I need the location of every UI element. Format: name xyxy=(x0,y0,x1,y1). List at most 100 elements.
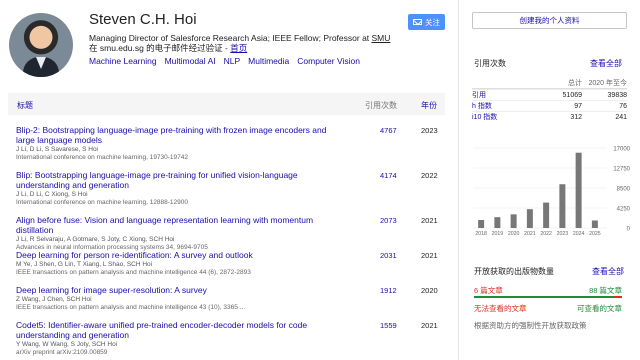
article-row: Deep learning for person re-identificati… xyxy=(16,250,446,277)
article-row: Blip-2: Bootstrapping language-image pre… xyxy=(16,125,446,162)
unavailable-articles-link[interactable]: 无法查看的文章 xyxy=(474,303,527,314)
stats-since: 241 xyxy=(615,113,627,121)
open-access-labels: 无法查看的文章 可查看的文章 xyxy=(474,303,622,314)
sort-by-year[interactable]: 年份 xyxy=(421,100,437,111)
chart-x-tick-label: 2020 xyxy=(508,231,520,237)
stats-total: 312 xyxy=(570,113,582,121)
chart-x-tick-label: 2021 xyxy=(524,231,536,237)
stats-row: i10 指数 312 241 xyxy=(472,111,627,122)
interest-link[interactable]: Multimodal AI xyxy=(165,56,216,66)
create-profile-button[interactable]: 创建我的个人资料 xyxy=(472,12,627,29)
article-authors: Z Wang, J Chen, SCH Hoi xyxy=(16,296,92,303)
article-venue: International conference on machine lear… xyxy=(16,154,189,161)
interest-link[interactable]: Machine Learning xyxy=(89,56,157,66)
citations-per-year-chart: 17000 12750 8500 4250 0 2018 2019 2020 2021 2022 2… xyxy=(473,147,631,237)
chart-y-tick-label: 4250 xyxy=(617,207,631,213)
cited-by-title: 引用次数 xyxy=(474,59,506,68)
chart-x-tick-label: 2025 xyxy=(589,231,601,237)
article-year: 2022 xyxy=(421,171,438,180)
stats-label-link[interactable]: h 指数 xyxy=(472,101,542,111)
chart-bar-2021[interactable] xyxy=(526,209,533,228)
available-articles-link[interactable]: 可查看的文章 xyxy=(577,303,622,314)
chart-bar-2025[interactable] xyxy=(591,220,598,228)
chart-bar-2024[interactable] xyxy=(575,152,582,228)
article-venue: IEEE transactions on pattern analysis an… xyxy=(16,269,251,276)
unavailable-count: 6 篇文章 xyxy=(474,286,503,295)
article-venue: arXiv preprint arXiv:2109.00859 xyxy=(16,349,108,356)
chart-bar-2018[interactable] xyxy=(478,220,485,228)
article-authors: Y Wang, W Wang, S Joty, SCH Hoi xyxy=(16,341,118,348)
article-authors: J Li, D Li, C Xiong, S Hoi xyxy=(16,191,88,198)
article-authors: J Li, D Li, S Savarese, S Hoi xyxy=(16,146,99,153)
chart-y-tick-label: 8500 xyxy=(617,187,631,193)
open-access-counts: 6 篇文章 88 篇文章 xyxy=(474,285,622,296)
homepage-link[interactable]: 首页 xyxy=(230,43,247,53)
article-year: 2021 xyxy=(421,216,438,225)
article-title[interactable]: Blip-2: Bootstrapping language-image pre… xyxy=(16,125,346,145)
article-authors: J Li, R Selvaraju, A Gotmare, S Joty, C … xyxy=(16,236,175,243)
article-year: 2021 xyxy=(421,321,438,330)
sort-by-cited[interactable]: 引用次数 xyxy=(365,100,397,111)
article-cited-count[interactable]: 2073 xyxy=(380,216,397,225)
article-venue: International conference on machine lear… xyxy=(16,199,189,206)
stats-since: 39838 xyxy=(607,91,627,99)
profile-photo xyxy=(9,13,73,77)
interest-link[interactable]: Multimedia xyxy=(248,56,289,66)
article-row: Deep learning for image super-resolution… xyxy=(16,285,446,312)
stats-header-total: 总计 xyxy=(568,80,582,87)
stats-label-link[interactable]: 引用 xyxy=(472,90,542,100)
chart-x-tick-label: 2018 xyxy=(475,231,487,237)
article-cited-count[interactable]: 1559 xyxy=(380,321,397,330)
stats-label-link[interactable]: i10 指数 xyxy=(472,112,542,122)
article-year: 2021 xyxy=(421,251,438,260)
article-year: 2023 xyxy=(421,126,438,135)
article-cited-count[interactable]: 4174 xyxy=(380,171,397,180)
article-cited-count[interactable]: 1912 xyxy=(380,286,397,295)
chart-bar-2020[interactable] xyxy=(510,214,517,228)
article-title[interactable]: Deep learning for person re-identificati… xyxy=(16,250,346,260)
stats-row: h 指数 97 76 xyxy=(472,100,627,111)
affiliation-link[interactable]: SMU xyxy=(372,33,391,43)
chart-bar-2022[interactable] xyxy=(543,202,550,228)
chart-x-tick-label: 2024 xyxy=(573,231,585,237)
sort-by-title[interactable]: 标题 xyxy=(17,100,33,111)
cited-by-view-all-link[interactable]: 查看全部 xyxy=(590,58,622,69)
interest-link[interactable]: Computer Vision xyxy=(297,56,360,66)
interest-link[interactable]: NLP xyxy=(224,56,241,66)
article-title[interactable]: Align before fuse: Vision and language r… xyxy=(16,215,346,235)
chart-x-tick-label: 2022 xyxy=(540,231,552,237)
stats-header-since: 2020 年至今 xyxy=(588,80,627,87)
follow-label: 关注 xyxy=(425,17,440,27)
available-count: 88 篇文章 xyxy=(589,286,622,295)
stats-header-row: 总计 2020 年至今 xyxy=(472,78,627,89)
verified-text: 在 smu.edu.sg 的电子邮件经过验证 - xyxy=(89,43,231,53)
article-row: Align before fuse: Vision and language r… xyxy=(16,215,446,252)
open-access-bar-fill xyxy=(474,296,613,298)
verified-email: 在 smu.edu.sg 的电子邮件经过验证 - 首页 xyxy=(89,43,247,54)
stats-row: 引用 51069 39838 xyxy=(472,89,627,100)
follow-button[interactable]: 关注 xyxy=(408,14,445,30)
citation-stats-table: 总计 2020 年至今 引用 51069 39838 h 指数 97 76 i1… xyxy=(472,78,627,122)
chart-bar-2019[interactable] xyxy=(494,217,501,228)
open-access-view-all-link[interactable]: 查看全部 xyxy=(592,266,624,277)
article-venue: IEEE transactions on pattern analysis an… xyxy=(16,304,246,311)
article-authors: M Ye, J Shen, G Lin, T Xiang, L Shao, SC… xyxy=(16,261,153,268)
articles-table-header: 标题 引用次数 年份 xyxy=(8,93,445,115)
article-row: Codet5: Identifier-aware unified pre-tra… xyxy=(16,320,446,357)
chart-bar-2023[interactable] xyxy=(559,184,566,228)
chart-y-tick-label: 0 xyxy=(627,227,631,233)
article-row: Blip: Bootstrapping language-image pre-t… xyxy=(16,170,446,207)
open-access-title: 开放获取的出版物数量 xyxy=(474,267,554,276)
stats-total: 51069 xyxy=(562,91,582,99)
open-access-note: 根据资助方的强制性开放获取政策 xyxy=(474,321,587,330)
article-title[interactable]: Blip: Bootstrapping language-image pre-t… xyxy=(16,170,346,190)
envelope-icon xyxy=(413,19,422,25)
stats-since: 76 xyxy=(619,102,627,110)
affiliation-text: Managing Director of Salesforce Research… xyxy=(89,33,372,43)
article-cited-count[interactable]: 2031 xyxy=(380,251,397,260)
article-cited-count[interactable]: 4767 xyxy=(380,126,397,135)
research-interests: Machine Learning Multimodal AI NLP Multi… xyxy=(89,56,360,66)
article-title[interactable]: Deep learning for image super-resolution… xyxy=(16,285,346,295)
article-title[interactable]: Codet5: Identifier-aware unified pre-tra… xyxy=(16,320,346,340)
profile-name: Steven C.H. Hoi xyxy=(89,11,197,28)
